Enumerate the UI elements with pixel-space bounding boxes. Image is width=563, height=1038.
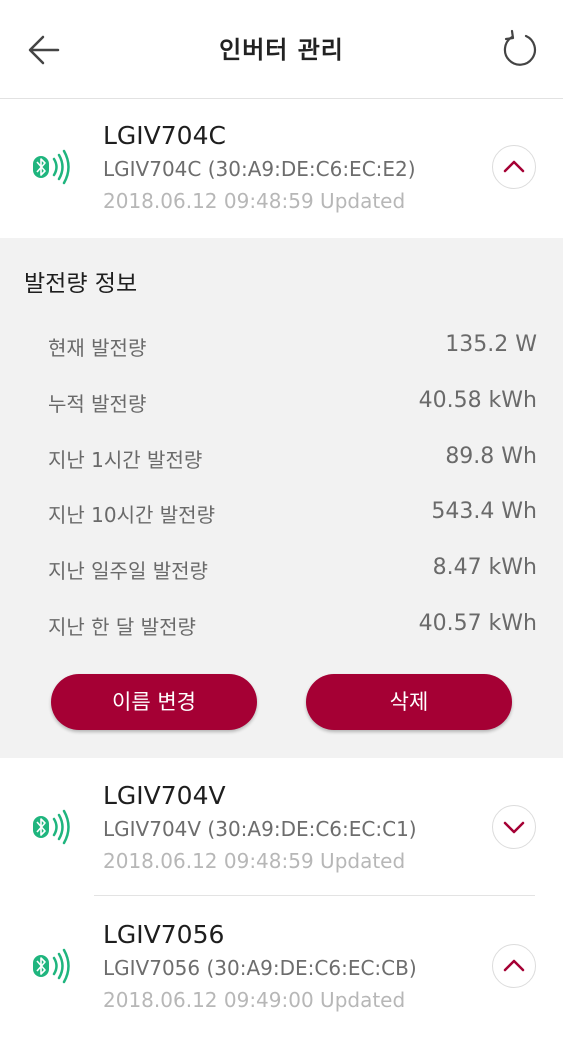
info-value: 40.57 kWh [418,611,537,636]
info-row: 지난 일주일 발전량 8.47 kWh [48,549,537,589]
device-mac: LGIV704C (30:A9:DE:C6:EC:E2) [103,157,416,181]
expand-button[interactable] [492,805,536,849]
bluetooth-signal-icon [33,948,70,984]
info-label: 지난 일주일 발전량 [48,559,208,583]
info-row: 지난 10시간 발전량 543.4 Wh [48,493,537,533]
info-label: 지난 10시간 발전량 [48,503,215,527]
device-updated: 2018.06.12 09:48:59 Updated [103,189,406,213]
info-label: 누적 발전량 [48,392,147,416]
bluetooth-signal-icon [33,149,70,185]
bluetooth-signal-icon [33,809,70,845]
device-updated: 2018.06.12 09:49:00 Updated [103,988,406,1012]
info-row: 누적 발전량 40.58 kWh [48,382,537,422]
delete-button[interactable]: 삭제 [306,674,512,730]
divider [94,895,535,896]
info-label: 지난 한 달 발전량 [48,615,196,639]
page-title: 인버터 관리 [219,36,344,64]
device-item[interactable]: LGIV704V LGIV704V (30:A9:DE:C6:EC:C1) 20… [0,759,563,899]
info-value: 543.4 Wh [431,499,537,524]
device-name: LGIV704V [103,781,226,810]
info-row: 현재 발전량 135.2 W [48,326,537,366]
refresh-icon [503,29,536,66]
device-item[interactable]: LGIV7056 LGIV7056 (30:A9:DE:C6:EC:CB) 20… [0,898,563,1038]
info-row: 지난 한 달 발전량 40.57 kWh [48,605,537,645]
device-item[interactable]: LGIV704C LGIV704C (30:A9:DE:C6:EC:E2) 20… [0,99,563,239]
info-value: 40.58 kWh [418,388,537,413]
info-row: 지난 1시간 발전량 89.8 Wh [48,438,537,478]
device-updated: 2018.06.12 09:48:59 Updated [103,849,406,873]
generation-info-panel: 발전량 정보 현재 발전량 135.2 W 누적 발전량 40.58 kWh 지… [0,238,563,758]
refresh-button[interactable] [499,28,541,70]
device-mac: LGIV7056 (30:A9:DE:C6:EC:CB) [103,956,417,980]
panel-title: 발전량 정보 [24,271,138,297]
device-name: LGIV7056 [103,920,225,949]
info-value: 8.47 kWh [432,555,537,580]
chevron-up-icon [503,160,525,173]
chevron-up-icon [503,959,525,972]
info-value: 135.2 W [445,332,537,357]
app-header: 인버터 관리 [0,0,563,99]
device-name: LGIV704C [103,121,226,150]
info-value: 89.8 Wh [445,444,537,469]
rename-button[interactable]: 이름 변경 [51,674,257,730]
collapse-button[interactable] [492,145,536,189]
info-label: 현재 발전량 [48,336,147,360]
chevron-down-icon [503,821,525,834]
device-mac: LGIV704V (30:A9:DE:C6:EC:C1) [103,817,417,841]
collapse-button[interactable] [492,944,536,988]
info-label: 지난 1시간 발전량 [48,448,203,472]
